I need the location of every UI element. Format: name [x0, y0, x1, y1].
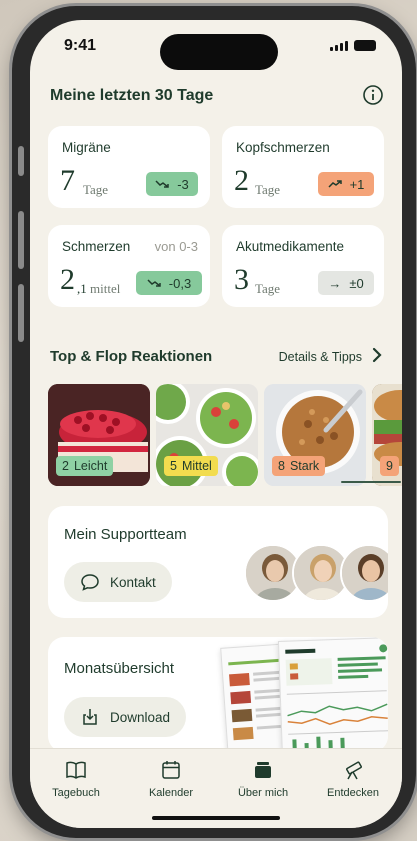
trend-badge: -0,3	[136, 271, 202, 295]
calendar-icon	[162, 761, 180, 779]
reaction-tag: 2 Leicht	[56, 456, 114, 476]
stack-icon	[255, 762, 271, 778]
trend-delta: -0,3	[168, 275, 192, 291]
report-preview-page	[277, 637, 388, 752]
avatar	[340, 544, 388, 602]
stat-title: Schmerzen	[62, 239, 131, 254]
trend-delta: -3	[177, 176, 189, 192]
trend-down-icon	[147, 279, 161, 287]
download-label: Download	[110, 709, 171, 725]
tab-label: Entdecken	[327, 787, 379, 799]
app-screen: 9:41 Meine letzten 30 Tage Migräne 7 Tag…	[30, 20, 402, 828]
dynamic-island	[160, 34, 278, 70]
tab-entdecken[interactable]: Entdecken	[313, 759, 393, 799]
stat-card-pain[interactable]: Schmerzen von 0-3 2 ,1 mittel -0,3	[48, 225, 210, 307]
reaction-photo-salad[interactable]: 5 Mittel	[156, 384, 258, 486]
stat-title: Kopfschmerzen	[236, 140, 330, 155]
reaction-label: Mittel	[181, 459, 212, 473]
reaction-photo-cake[interactable]: 2 Leicht	[48, 384, 150, 486]
battery-icon	[354, 40, 376, 51]
stat-value: 7	[60, 164, 75, 197]
reaction-tag: 5 Mittel	[164, 456, 218, 476]
stat-title: Akutmedikamente	[236, 239, 345, 254]
stat-unit: Tage	[255, 281, 281, 296]
overview-title: Monatsübersicht	[64, 660, 175, 677]
reaction-number: 9	[386, 459, 393, 473]
report-thumbnail	[285, 644, 388, 752]
stat-unit: mittel	[90, 281, 121, 296]
trend-delta: +1	[349, 176, 365, 192]
support-team-card: Mein Supportteam Kontakt	[48, 506, 388, 618]
reaction-photo-sandwich[interactable]: 9	[372, 384, 402, 486]
tab-label: Kalender	[148, 787, 194, 799]
reaction-number: 5	[170, 459, 177, 473]
trend-badge: -3	[146, 172, 198, 196]
reaction-number: 2	[62, 459, 69, 473]
home-indicator	[152, 816, 280, 820]
carousel-scroll-indicator	[341, 481, 401, 483]
contact-label: Kontakt	[110, 574, 156, 590]
contact-button[interactable]: Kontakt	[64, 562, 172, 602]
download-button[interactable]: Download	[64, 697, 187, 737]
tab-kalender[interactable]: Kalender	[131, 759, 211, 799]
page-title: Meine letzten 30 Tage	[50, 87, 214, 104]
stat-title: Migräne	[62, 140, 111, 155]
details-tips-link[interactable]: Details & Tipps	[279, 350, 362, 364]
status-icons	[330, 40, 376, 51]
download-icon	[83, 709, 97, 725]
signal-icon	[330, 41, 348, 51]
telescope-icon	[346, 761, 362, 780]
reactions-title: Top & Flop Reaktionen	[50, 348, 213, 365]
stat-unit: Tage	[255, 182, 281, 197]
stat-unit: Tage	[83, 182, 109, 197]
status-time: 9:41	[64, 37, 97, 54]
reaction-photo-granola[interactable]: 8 Stark	[264, 384, 366, 486]
trend-down-icon	[155, 180, 169, 188]
mute-switch	[18, 146, 24, 176]
trend-delta: ±0	[349, 275, 364, 291]
chevron-right-icon[interactable]	[370, 346, 384, 364]
stat-value: 2	[234, 164, 249, 197]
tab-ueber-mich[interactable]: Über mich	[223, 759, 303, 799]
volume-down-button	[18, 284, 24, 342]
trend-up-icon	[328, 180, 342, 188]
stat-value: 2	[60, 263, 75, 296]
reaction-tag: 9	[380, 456, 399, 476]
trend-badge: +1	[318, 172, 374, 196]
volume-up-button	[18, 211, 24, 269]
reaction-label: Leicht	[73, 459, 108, 473]
stat-card-migraine[interactable]: Migräne 7 Tage -3	[48, 126, 210, 208]
tab-label: Über mich	[237, 787, 289, 799]
stat-card-headache[interactable]: Kopfschmerzen 2 Tage +1	[222, 126, 384, 208]
monthly-overview-card: Monatsübersicht Download	[48, 637, 388, 752]
reaction-tag: 8 Stark	[272, 456, 326, 476]
reaction-label: Stark	[289, 459, 320, 473]
stat-card-medication[interactable]: Akutmedikamente 3 Tage → ±0	[222, 225, 384, 307]
reaction-number: 8	[278, 459, 285, 473]
trend-badge: → ±0	[318, 271, 374, 295]
tab-tagebuch[interactable]: Tagebuch	[36, 759, 116, 799]
info-icon[interactable]	[362, 84, 384, 106]
chat-bubble-icon	[81, 574, 99, 591]
book-icon	[66, 761, 86, 779]
tab-label: Tagebuch	[52, 787, 100, 799]
stat-value-decimal: ,1	[77, 281, 87, 296]
support-title: Mein Supportteam	[64, 526, 187, 543]
arrow-right-icon: →	[328, 275, 342, 291]
person-icon	[342, 546, 388, 600]
stat-subtitle: von 0-3	[154, 239, 198, 254]
stat-value: 3	[234, 263, 249, 296]
